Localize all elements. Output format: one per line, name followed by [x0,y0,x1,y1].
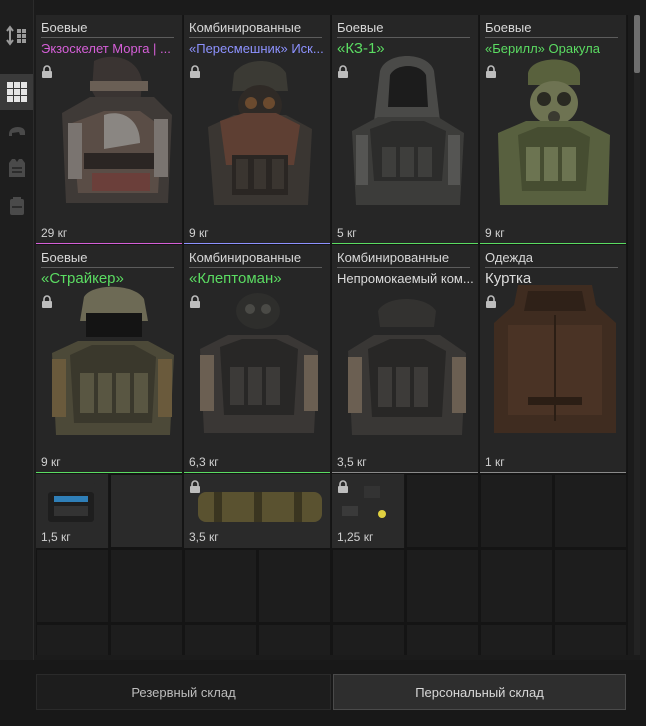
item-card-waterproof[interactable]: Комбинированные Непромокаемый ком... 3,5… [332,245,479,473]
inventory-grid: Боевые Экзоскелет Морга | ... 29 кг Комб… [36,15,628,655]
item-weight: 3,5 кг [337,455,367,469]
rarity-line [184,472,330,473]
item-card-peresmeshnik[interactable]: Комбинированные «Пересмешник» Иск... 9 к… [184,15,331,244]
item-category: Боевые [485,20,532,35]
item-weight: 9 кг [189,226,209,240]
category-divider [337,267,470,268]
item-category: Комбинированные [337,250,450,265]
empty-slot[interactable] [332,624,405,655]
sort-icon [5,25,28,47]
item-weight: 3,5 кг [189,530,219,544]
item-weight: 1,5 кг [41,530,71,544]
item-category: Боевые [41,20,88,35]
rarity-line [332,243,478,244]
empty-slot[interactable] [406,624,479,655]
waterproof-suit-image [348,299,466,435]
empty-slot[interactable] [332,549,405,623]
berill-suit-image [498,59,610,205]
rarity-line [184,243,330,244]
detector-device-image [342,486,386,520]
empty-slot[interactable] [36,549,109,623]
rarity-line [36,472,182,473]
category-divider [41,267,174,268]
item-card-detector-device[interactable]: 1,25 кг [332,474,405,548]
armor-icon [6,157,28,179]
category-divider [189,37,322,38]
helmet-filter-button[interactable] [0,112,33,148]
cylinder-container-image [198,492,322,522]
item-weight: 9 кг [41,455,61,469]
storage-tabs-bar: Резервный склад Персональный склад [0,660,646,726]
empty-slot[interactable] [406,474,479,548]
rarity-line [480,472,626,473]
battery-container-image [48,482,102,522]
tab-reserve-storage[interactable]: Резервный склад [36,674,331,710]
exoskeleton-image [62,56,172,203]
empty-slot[interactable] [406,549,479,623]
item-card-cylinder-container[interactable]: 3,5 кг [184,474,331,548]
rarity-line [332,472,478,473]
rarity-line [480,243,626,244]
empty-slot[interactable] [480,624,553,655]
item-card-morg-exoskeleton[interactable]: Боевые Экзоскелет Морга | ... 29 кг [36,15,183,244]
item-weight: 1,25 кг [337,530,374,544]
empty-slot[interactable] [258,549,331,623]
armor-filter-button[interactable] [0,150,33,186]
armor-suit-image [208,61,312,205]
kleptoman-suit-image [200,293,318,433]
scrollbar-track[interactable] [634,15,640,655]
grid-view-icon [6,81,28,103]
empty-slot[interactable] [184,624,257,655]
empty-slot[interactable] [480,549,553,623]
item-weight: 5 кг [337,226,357,240]
item-card-kz1[interactable]: Боевые «КЗ-1» 5 кг [332,15,479,244]
backpack-filter-button[interactable] [0,188,33,224]
category-divider [485,267,618,268]
empty-slot[interactable] [258,624,331,655]
item-category: Комбинированные [189,20,302,35]
empty-slot[interactable] [554,474,627,548]
rarity-line [36,243,182,244]
category-divider [485,37,618,38]
category-divider [41,37,174,38]
category-divider [337,37,470,38]
empty-slot[interactable] [554,624,627,655]
item-category: Одежда [485,250,534,265]
empty-slot[interactable] [36,624,109,655]
item-category: Боевые [337,20,384,35]
scrollbar-thumb[interactable] [634,15,640,73]
straiker-suit-image [52,286,174,435]
backpack-icon [6,195,28,217]
item-card-battery-container-ext [110,474,183,548]
item-card-straiker[interactable]: Боевые «Страйкер» 9 кг [36,245,183,473]
item-title: «Пересмешник» Иск... [189,41,324,56]
item-category: Боевые [41,250,88,265]
item-weight: 1 кг [485,455,505,469]
empty-slot[interactable] [184,549,257,623]
item-weight: 6,3 кг [189,455,219,469]
helmet-icon [6,119,28,141]
hooded-suit-image [352,56,464,205]
sort-button[interactable] [0,18,33,54]
item-title: «Клептоман» [189,270,282,287]
item-card-battery-container[interactable]: 1,5 кг [36,474,109,548]
empty-slot[interactable] [554,549,627,623]
empty-slot[interactable] [110,624,183,655]
tab-personal-storage[interactable]: Персональный склад [333,674,626,710]
jacket-image [494,285,616,433]
empty-slot[interactable] [110,549,183,623]
category-divider [189,267,322,268]
item-card-berill[interactable]: Боевые «Берилл» Оракула 9 кг [480,15,627,244]
empty-slot[interactable] [480,474,553,548]
item-weight: 9 кг [485,226,505,240]
filter-sidebar [0,0,34,660]
inventory-scrollbar[interactable] [631,15,643,655]
item-title: Непромокаемый ком... [337,271,474,286]
item-category: Комбинированные [189,250,302,265]
grid-view-button[interactable] [0,74,33,110]
item-card-kleptoman[interactable]: Комбинированные «Клептоман» 6,3 кг [184,245,331,473]
item-card-jacket[interactable]: Одежда Куртка 1 кг [480,245,627,473]
item-weight: 29 кг [41,226,68,240]
